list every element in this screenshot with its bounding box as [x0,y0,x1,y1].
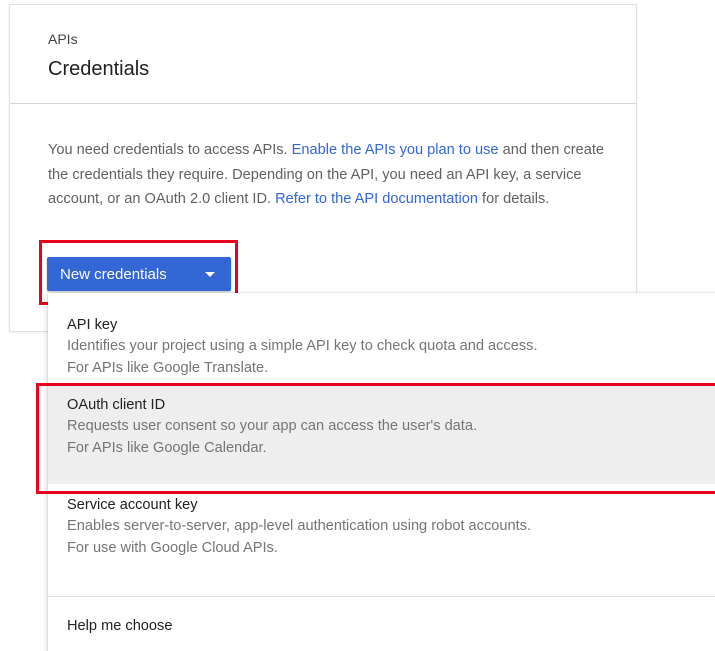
menu-item-example: For APIs like Google Calendar. [67,440,267,456]
help-me-choose-item[interactable]: Help me choose [48,606,715,646]
menu-item-title: OAuth client ID [67,397,166,413]
credentials-description: You need credentials to access APIs. Ena… [48,138,608,212]
new-credentials-menu: API key Identifies your project using a … [48,293,715,651]
caret-down-icon [205,272,215,277]
menu-item-description: Enables server-to-server, app-level auth… [67,518,532,534]
new-credentials-label: New credentials [60,265,167,283]
description-text-3: for details. [477,191,550,207]
menu-item-description: Requests user consent so your app can ac… [67,418,478,434]
menu-item-example: For APIs like Google Translate. [67,360,269,376]
menu-item-oauth-client-id[interactable]: OAuth client ID Requests user consent so… [48,386,715,484]
new-credentials-button[interactable]: New credentials [47,257,231,291]
breadcrumb[interactable]: APIs [48,31,78,47]
menu-item-service-account-key[interactable]: Service account key Enables server-to-se… [48,495,715,559]
menu-item-title: API key [67,317,118,333]
menu-divider [48,596,715,597]
menu-item-api-key[interactable]: API key Identifies your project using a … [48,315,715,379]
menu-item-example: For use with Google Cloud APIs. [67,540,278,556]
menu-item-title: Service account key [67,497,198,513]
menu-item-description: Identifies your project using a simple A… [67,338,538,354]
enable-apis-link[interactable]: Enable the APIs you plan to use [292,142,499,158]
credentials-page: APIs Credentials You need credentials to… [0,0,715,651]
card-header: APIs Credentials [10,5,636,104]
description-text-1: You need credentials to access APIs. [48,142,292,158]
api-documentation-link[interactable]: Refer to the API documentation [275,191,478,207]
page-title: Credentials [48,58,150,80]
